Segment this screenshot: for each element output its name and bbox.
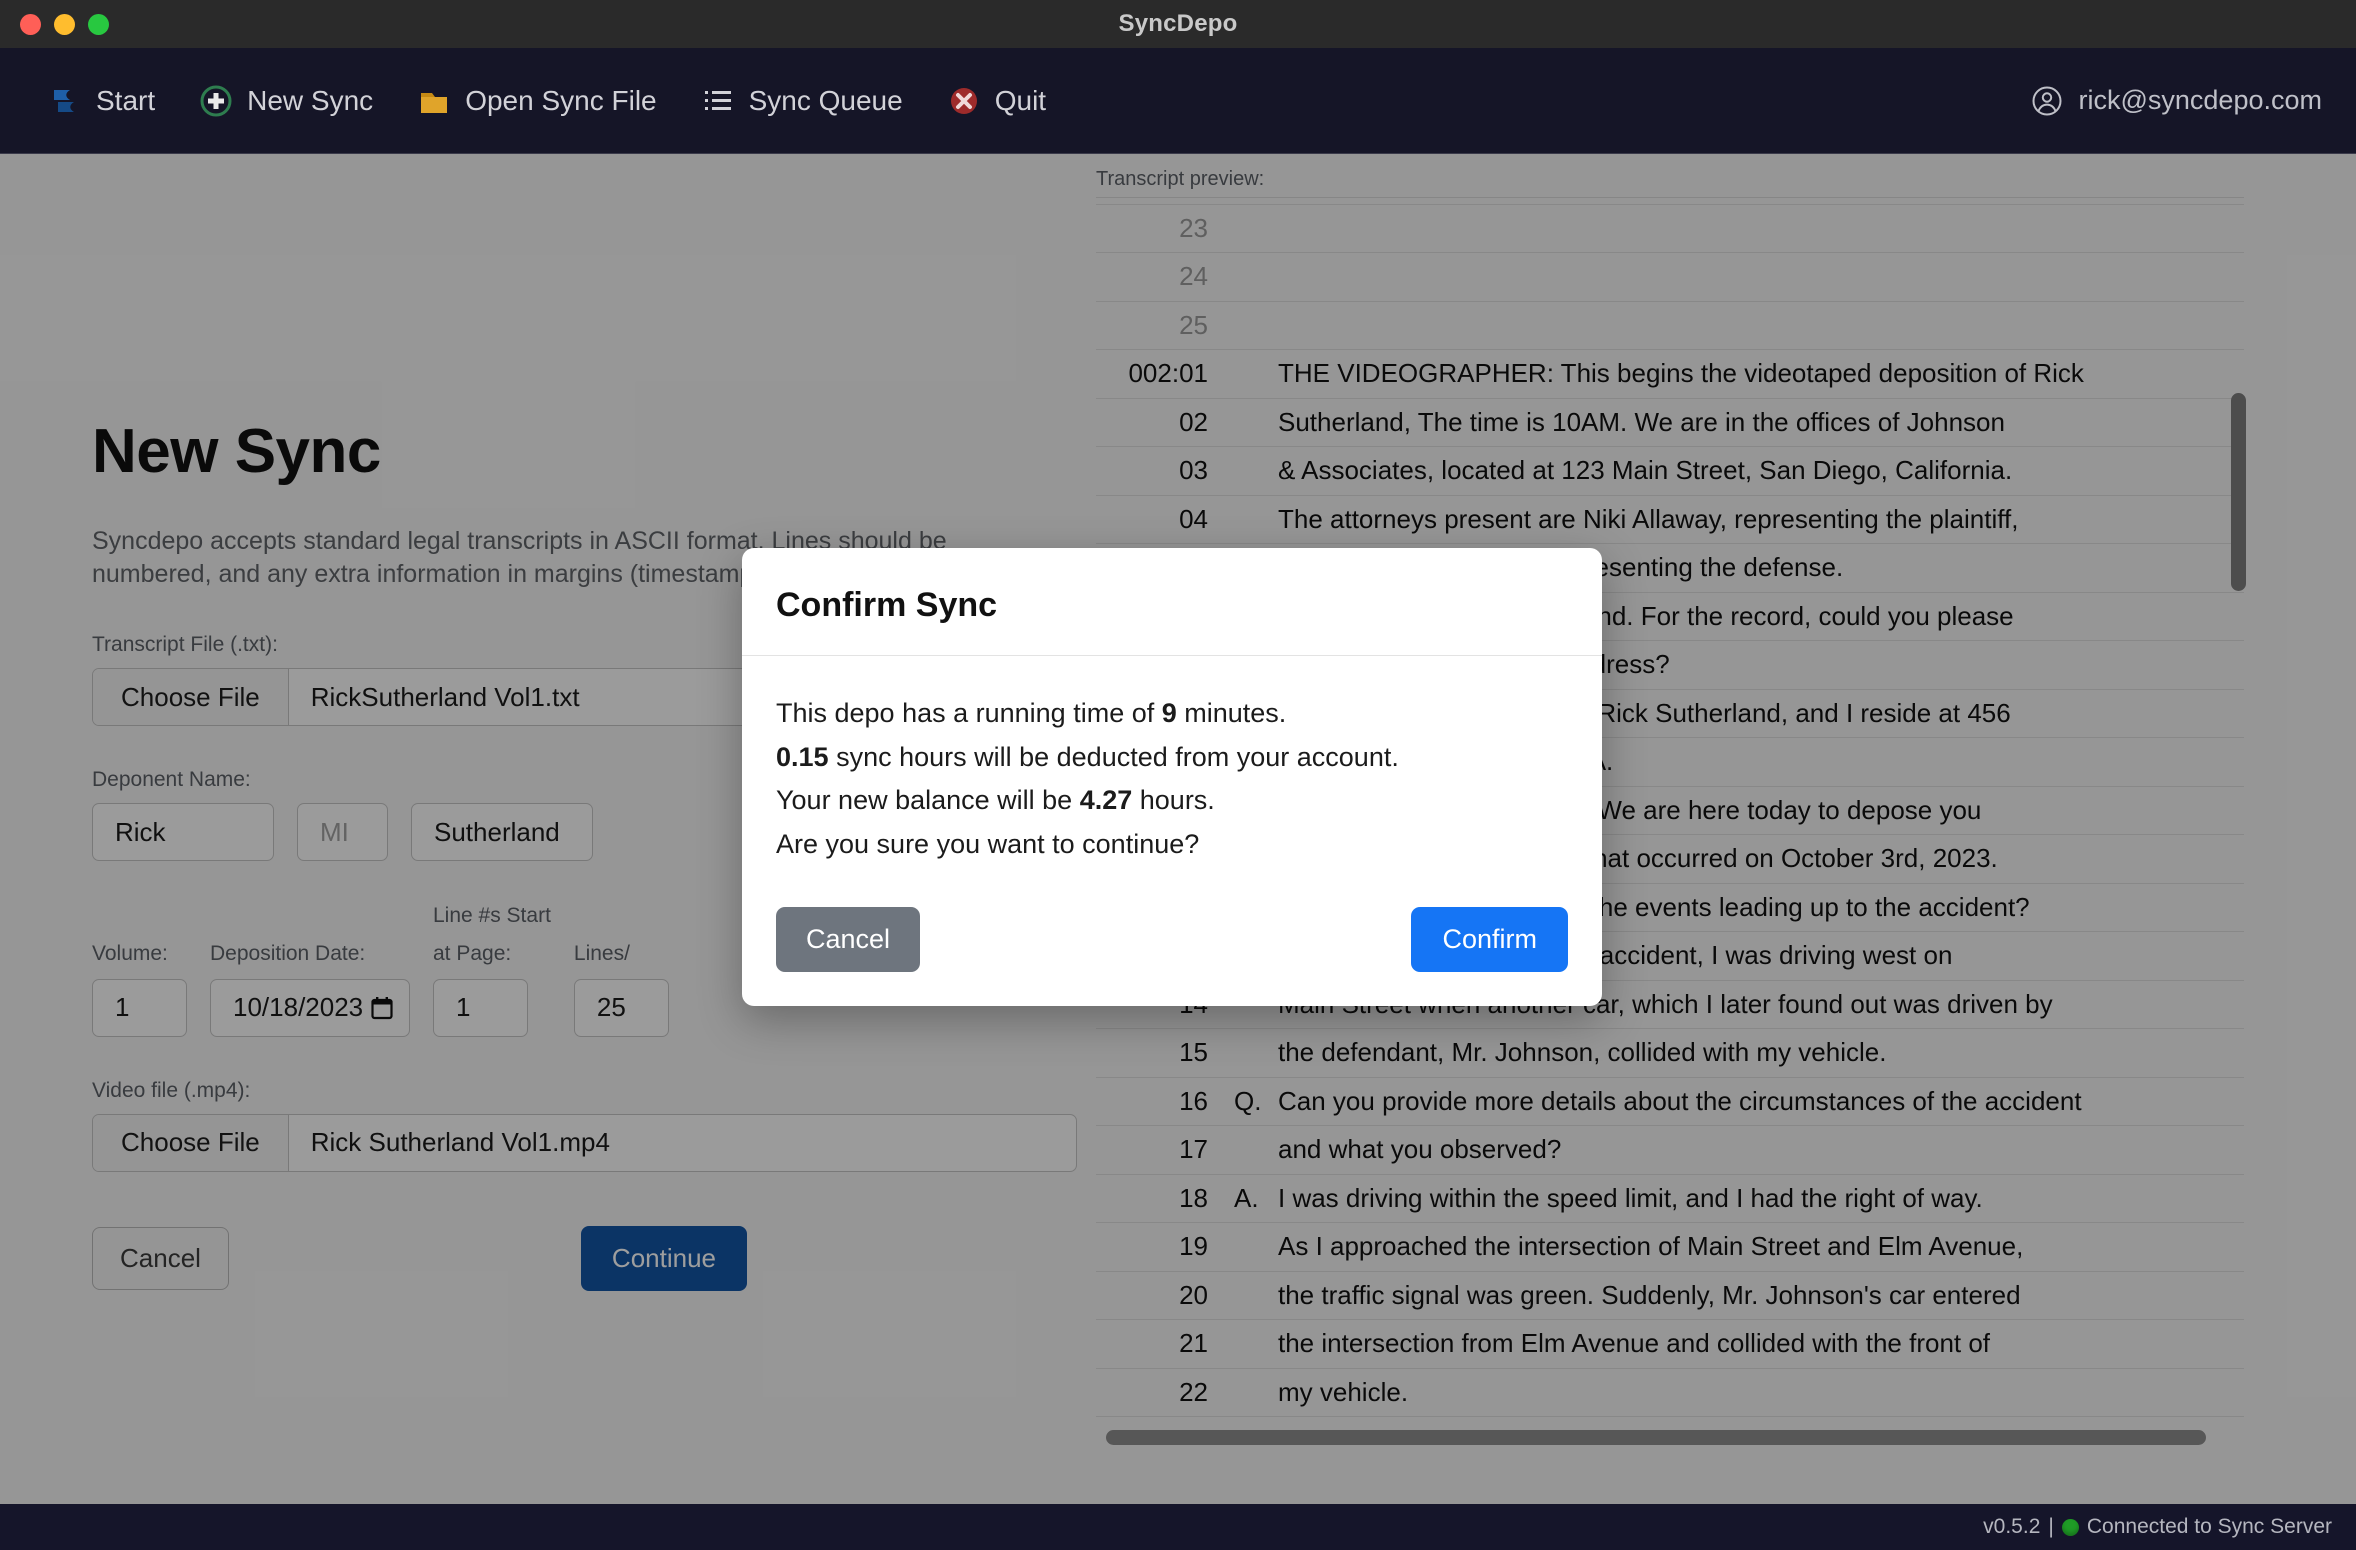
dialog-line2-post: sync hours will be deducted from your ac… [828, 741, 1399, 772]
dialog-footer: Cancel Confirm [742, 906, 1602, 1006]
dialog-title: Confirm Sync [776, 586, 998, 624]
dialog-line-running-time: This depo has a running time of 9 minute… [776, 692, 1568, 736]
connection-status-indicator-icon [2061, 1518, 2079, 1536]
toolbar-items: Start New Sync Open Sync File Sync Queue… [26, 76, 1068, 126]
toolbar-item-sync-queue[interactable]: Sync Queue [679, 76, 925, 126]
dialog-line-balance: Your new balance will be 4.27 hours. [776, 779, 1568, 823]
toolbar-item-quit-label: Quit [994, 84, 1047, 116]
dialog-line1-post: minutes. [1176, 698, 1287, 728]
main-toolbar: Start New Sync Open Sync File Sync Queue… [0, 48, 2356, 154]
dialog-line-deduction: 0.15 sync hours will be deducted from yo… [776, 736, 1568, 780]
dialog-header: Confirm Sync [742, 548, 1602, 656]
toolbar-item-start-label: Start [96, 84, 156, 116]
connection-status-text: Connected to Sync Server [2086, 1515, 2332, 1538]
dialog-cancel-button[interactable]: Cancel [776, 906, 921, 972]
dialog-line-confirm-question: Are you sure you want to continue? [776, 829, 1200, 860]
list-icon [701, 84, 735, 118]
status-separator: | [2048, 1515, 2054, 1538]
folder-icon [417, 84, 451, 118]
close-circle-icon [947, 84, 981, 118]
app-version: v0.5.2 [1983, 1515, 2041, 1538]
dialog-confirm-button[interactable]: Confirm [1411, 906, 1568, 972]
toolbar-item-sync-queue-label: Sync Queue [748, 84, 903, 116]
window-title: SyncDepo [1118, 10, 1238, 37]
confirm-sync-dialog: Confirm Sync This depo has a running tim… [742, 548, 1602, 1006]
dialog-line1-pre: This depo has a running time of [776, 698, 1162, 728]
toolbar-item-open-sync-file[interactable]: Open Sync File [395, 76, 678, 126]
user-circle-icon [2030, 84, 2064, 118]
app-window: SyncDepo Start New Sync Open Sync File S… [0, 0, 2356, 1550]
account-area[interactable]: rick@syncdepo.com [2030, 84, 2323, 118]
toolbar-item-start[interactable]: Start [26, 76, 177, 126]
start-icon [48, 84, 82, 118]
dialog-running-time-value: 9 [1161, 698, 1177, 728]
toolbar-item-new-sync[interactable]: New Sync [177, 76, 395, 126]
dialog-line3-pre: Your new balance will be [776, 785, 1080, 816]
title-bar: SyncDepo [0, 0, 2356, 48]
status-bar: v0.5.2 | Connected to Sync Server [0, 1504, 2356, 1550]
toolbar-item-open-sync-file-label: Open Sync File [465, 84, 657, 116]
dialog-line3-post: hours. [1132, 785, 1215, 816]
dialog-body: This depo has a running time of 9 minute… [742, 656, 1602, 907]
toolbar-item-new-sync-label: New Sync [247, 84, 374, 116]
account-email: rick@syncdepo.com [2078, 85, 2323, 115]
toolbar-item-quit[interactable]: Quit [925, 76, 1068, 126]
plus-circle-icon [199, 84, 233, 118]
dialog-deduction-value: 0.15 [776, 741, 829, 772]
dialog-new-balance-value: 4.27 [1079, 785, 1133, 816]
